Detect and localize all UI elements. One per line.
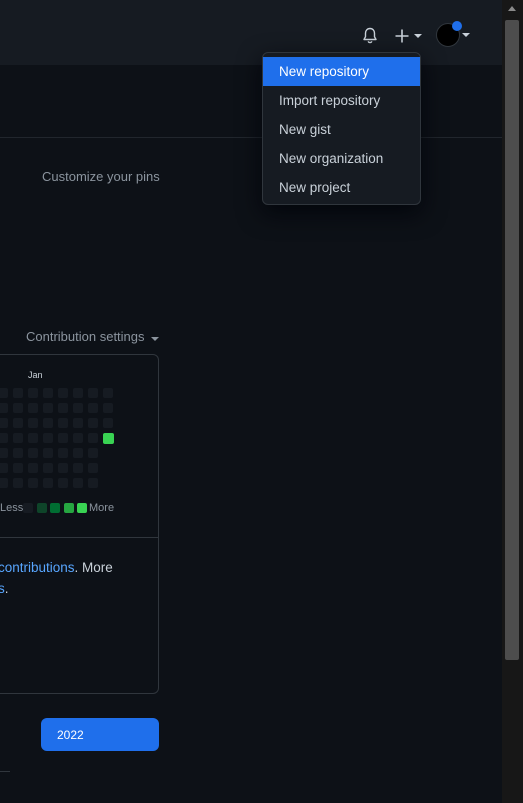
contribution-cell[interactable] [43,448,53,458]
legend-more-label: More [89,502,115,514]
contribution-cell[interactable] [58,448,68,458]
status-dot-icon [452,21,462,31]
contribution-cell[interactable] [28,448,38,458]
menu-item-new-project[interactable]: New project [263,173,420,202]
chevron-down-icon [414,34,422,38]
menu-item-new-gist[interactable]: New gist [263,115,420,144]
contribution-cell[interactable] [103,418,113,428]
year-2022-button[interactable]: 2022 [41,718,159,751]
learn-more-text: contributions. More s. [0,557,168,599]
contribution-cell[interactable] [43,403,53,413]
create-new-button[interactable] [392,24,426,48]
bottom-divider [0,771,10,772]
contribution-cell[interactable] [73,388,83,398]
contribution-cell[interactable] [28,403,38,413]
contribution-cell[interactable] [0,418,8,428]
contribution-cell[interactable] [88,388,98,398]
contribution-cell[interactable] [0,403,8,413]
customize-pins-link[interactable]: Customize your pins [42,169,160,184]
contribution-cell[interactable] [58,478,68,488]
contribution-cell[interactable] [58,418,68,428]
contribution-cell[interactable] [103,403,113,413]
contribution-cell[interactable] [13,403,23,413]
contribution-cell[interactable] [88,418,98,428]
contribution-cell[interactable] [28,478,38,488]
contribution-cell[interactable] [43,478,53,488]
contribution-cell[interactable] [58,388,68,398]
contribution-cell[interactable] [88,433,98,443]
learn-text-rest: . More [74,560,113,575]
contribution-cell[interactable] [58,463,68,473]
contribution-cell[interactable] [13,478,23,488]
contribution-cell[interactable] [88,403,98,413]
contribution-cell[interactable] [73,433,83,443]
contribution-cell[interactable] [0,478,8,488]
contribution-cell[interactable] [0,388,8,398]
contribution-cell[interactable] [73,448,83,458]
menu-item-import-repository[interactable]: Import repository [263,86,420,115]
menu-item-new-repository[interactable]: New repository [263,57,420,86]
contribution-cell[interactable] [13,418,23,428]
contribution-cell[interactable] [88,463,98,473]
contribution-settings-button[interactable]: Contribution settings [26,329,145,344]
chevron-down-icon [462,33,470,37]
contribution-cell[interactable] [88,448,98,458]
learn-text-end: . [4,581,9,596]
contribution-cell[interactable] [28,418,38,428]
contribution-cell[interactable] [43,463,53,473]
section-divider [0,137,502,138]
contribution-cell[interactable] [73,418,83,428]
contribution-cell[interactable] [73,463,83,473]
contribution-cell[interactable] [88,478,98,488]
legend-swatch [50,503,60,513]
contribution-cell[interactable] [0,448,8,458]
bell-icon[interactable] [360,25,380,47]
contribution-cell[interactable] [13,448,23,458]
month-label: Jan [28,370,43,380]
legend-swatch [23,503,33,513]
contribution-cell[interactable] [58,403,68,413]
contribution-cell[interactable] [28,463,38,473]
contributions-link[interactable]: contributions [0,560,75,575]
contribution-cell[interactable] [0,433,8,443]
contribution-cell[interactable] [73,478,83,488]
contribution-cell[interactable] [103,388,113,398]
contribution-cell[interactable] [13,463,23,473]
contribution-cell[interactable] [0,463,8,473]
scroll-up-arrow-icon[interactable] [508,6,516,11]
legend-swatch [36,503,47,513]
contribution-cell[interactable] [13,388,23,398]
create-new-menu: New repository Import repository New gis… [262,52,421,205]
contribution-cell[interactable] [28,388,38,398]
legend-swatch [63,503,74,513]
contribution-cell[interactable] [103,433,114,444]
contribution-cell[interactable] [28,433,38,443]
scrollbar-thumb[interactable] [505,20,519,660]
user-menu-button[interactable] [436,21,472,48]
graph-divider [0,537,158,538]
legend-swatch [77,503,87,513]
contribution-cell[interactable] [43,388,53,398]
plus-icon [395,29,409,43]
contribution-cell[interactable] [73,403,83,413]
contribution-cell[interactable] [43,418,53,428]
contribution-cell[interactable] [58,433,68,443]
chevron-down-icon [151,337,159,341]
contribution-cell[interactable] [13,433,23,443]
legend-less-label: Less [0,502,24,514]
contribution-cell[interactable] [43,433,53,443]
top-header [0,0,502,65]
menu-item-new-organization[interactable]: New organization [263,144,420,173]
